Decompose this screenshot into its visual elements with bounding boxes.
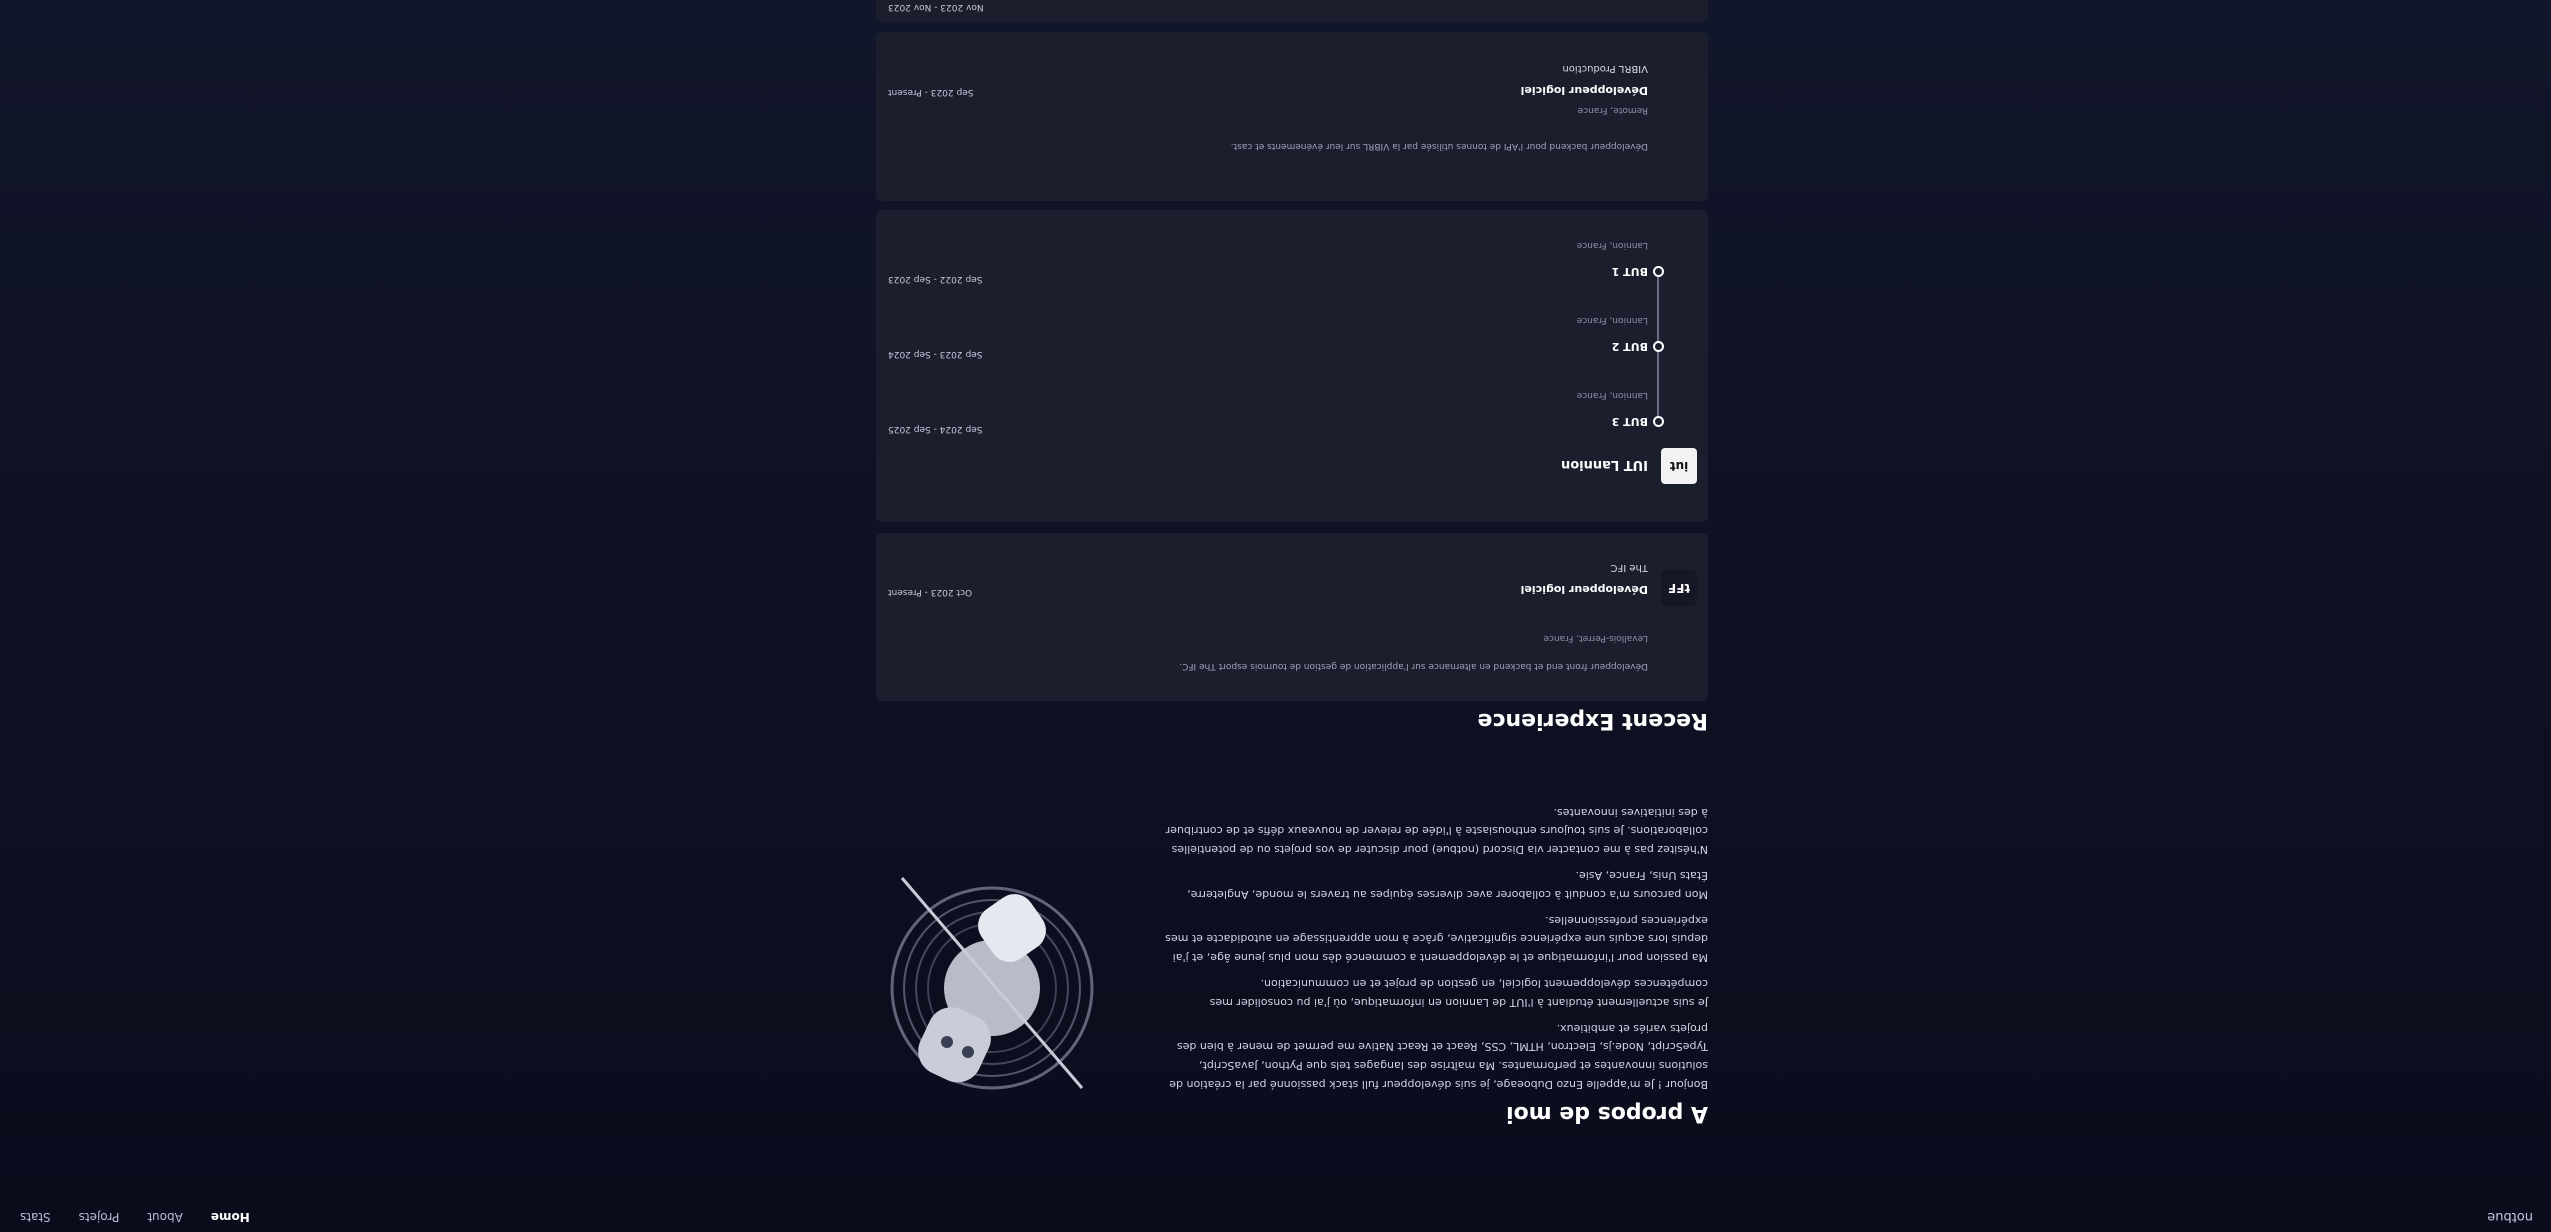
job-description: Développeur backend pour l'API de tonnes…: [1230, 141, 1648, 151]
job-title: Développeur logiciel: [1520, 583, 1648, 596]
timeline-dot: [1653, 266, 1664, 277]
about-paragraph: Mon parcours m'a conduit à collaborer av…: [1187, 869, 1708, 901]
page-rotated-180: notbue Home About Projets Stats A propos…: [0, 0, 2551, 1232]
job-info: Développeur logiciel The IFC: [1521, 562, 1648, 596]
about-text: Bonjour ! Je m'appelle Enzo Duboeage, je…: [1156, 795, 1708, 1093]
nav-about[interactable]: About: [147, 1210, 182, 1224]
about-paragraph: N'hésitez pas à me contacter via Discord…: [1165, 805, 1708, 857]
about-title: A propos de moi: [1506, 1101, 1708, 1126]
experience-card: Nov 2023 - Nov 2023: [876, 0, 1708, 22]
job-location: Levallois-Perret, France: [1543, 633, 1648, 643]
degree-title: BUT 1: [1611, 265, 1648, 278]
job-info: Développeur logiciel VIBRL Production: [1521, 63, 1648, 97]
nav-links: Home About Projets Stats: [20, 1210, 250, 1224]
degree-dates: Sep 2024 - Sep 2025: [888, 424, 983, 434]
brand-logo[interactable]: notbue: [2487, 1209, 2533, 1224]
degree-dates: Sep 2022 - Sep 2023: [888, 274, 983, 284]
school-name: IUT Lannion: [1561, 457, 1648, 472]
experience-title: Recent Experience: [1477, 708, 1708, 733]
astronaut-illustration: [890, 877, 1094, 1090]
job-title: Développeur logiciel: [1520, 84, 1648, 97]
degree-title: BUT 3: [1611, 415, 1648, 428]
timeline-dot: [1653, 341, 1664, 352]
degree-title: BUT 2: [1611, 340, 1648, 353]
navbar: notbue Home About Projets Stats: [0, 1196, 2551, 1232]
job-dates: Nov 2023 - Nov 2023: [888, 2, 984, 12]
degree-location: Lannion, France: [1576, 390, 1648, 400]
ifc-logo-icon: tFF: [1661, 570, 1697, 606]
job-company: VIBRL Production: [1562, 63, 1648, 74]
timeline-dot: [1653, 416, 1664, 427]
degree-dates: Sep 2023 - Sep 2024: [888, 349, 983, 359]
nav-stats[interactable]: Stats: [20, 1210, 51, 1224]
job-dates: Sep 2023 - Present: [888, 87, 974, 97]
iut-logo-icon: iut: [1661, 448, 1697, 484]
experience-card: Développeur logiciel VIBRL Production Re…: [876, 32, 1708, 201]
experience-card: tFF Développeur logiciel The IFC Levallo…: [876, 533, 1708, 701]
job-company: The IFC: [1610, 562, 1648, 573]
degree-location: Lannion, France: [1576, 240, 1648, 250]
vibrl-logo-icon: [1661, 63, 1697, 99]
about-paragraph: Je suis actuellement étudiant à l'IUT de…: [1209, 977, 1708, 1009]
about-paragraph: Bonjour ! Je m'appelle Enzo Duboeage, je…: [1169, 1021, 1708, 1091]
nav-home[interactable]: Home: [211, 1210, 250, 1224]
nav-projets[interactable]: Projets: [79, 1210, 120, 1224]
about-paragraph: Ma passion pour l'informatique et le dév…: [1165, 913, 1708, 965]
job-location: Remote, France: [1577, 105, 1648, 115]
education-card: iut IUT Lannion BUT 3 Lannion, France Se…: [876, 210, 1708, 522]
job-description: Développeur front end et backend en alte…: [1179, 661, 1648, 671]
job-dates: Oct 2023 - Present: [888, 587, 973, 597]
degree-location: Lannion, France: [1576, 315, 1648, 325]
